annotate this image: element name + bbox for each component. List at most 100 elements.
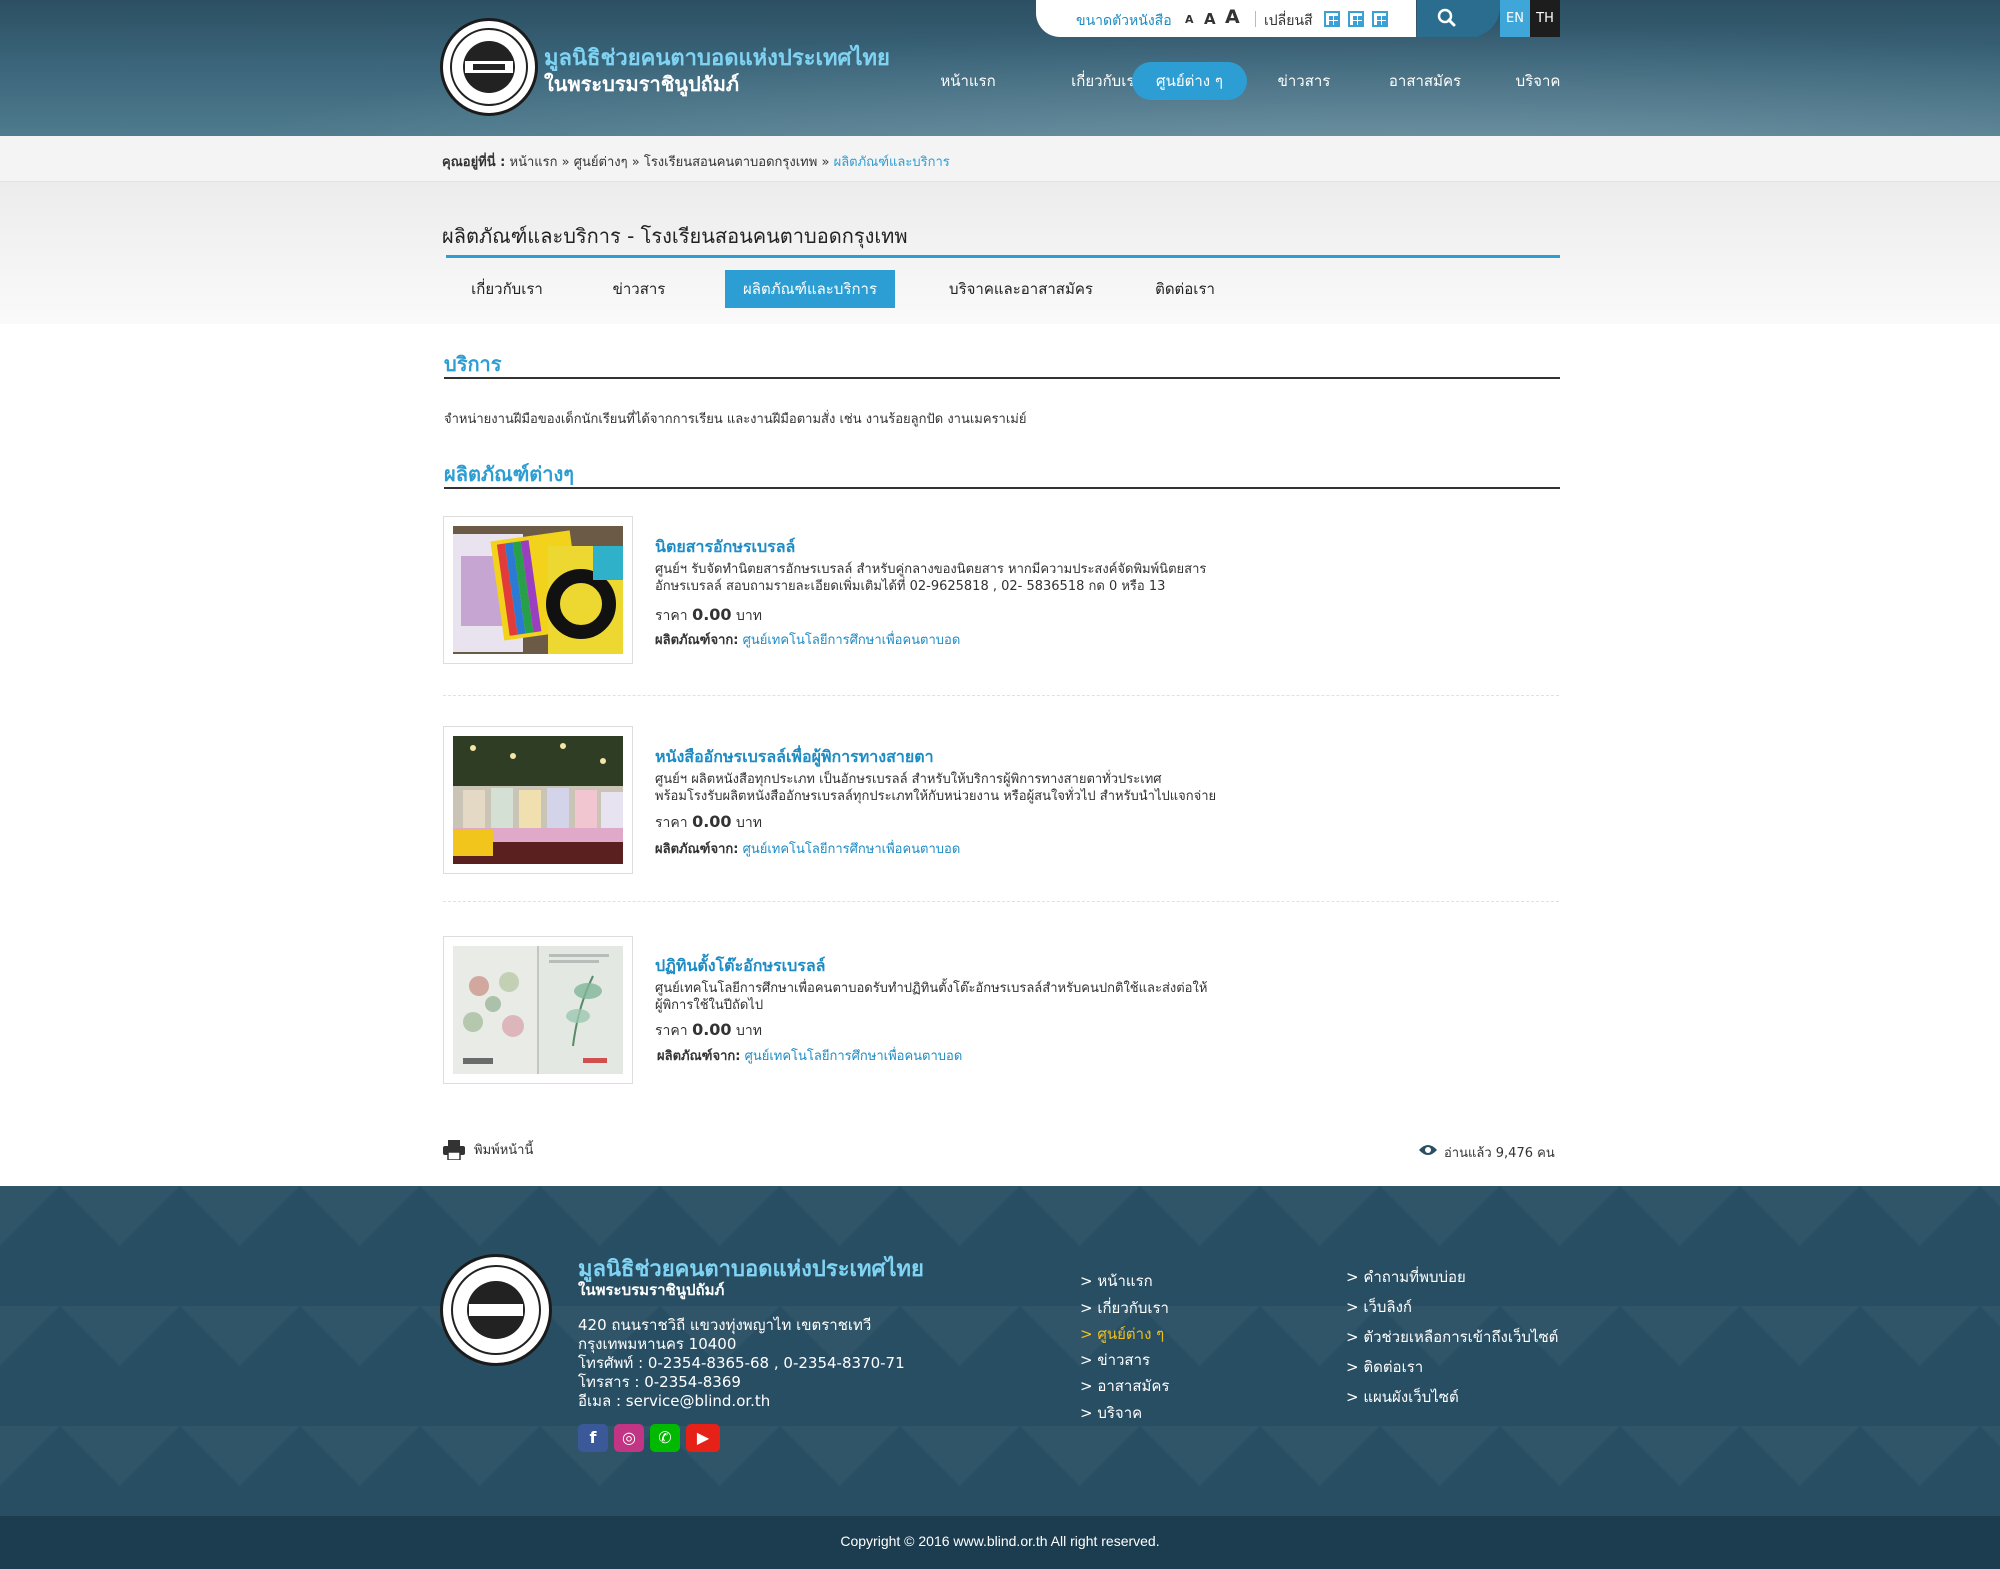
nav-item-centers[interactable]: ศูนย์ต่าง ๆ — [1132, 62, 1247, 100]
footer-link-faq[interactable]: > คำถามที่พบบ่อย — [1346, 1265, 1466, 1289]
breadcrumb-bar — [0, 136, 2000, 182]
price-currency: บาท — [736, 815, 762, 831]
price-currency: บาท — [736, 608, 762, 624]
tab-products-services[interactable]: ผลิตภัณฑ์และบริการ — [725, 270, 895, 308]
footer-link-news[interactable]: > ข่าวสาร — [1080, 1348, 1150, 1372]
product-description-line: อักษรเบรลล์ สอบถามรายละเอียดเพิ่มเติมได้… — [655, 579, 1166, 594]
product-description-line: ผู้พิการใช้ในปีถัดไป — [655, 998, 764, 1013]
page-title: ผลิตภัณฑ์และบริการ - โรงเรียนสอนคนตาบอดก… — [442, 224, 908, 248]
footer-link-volunteer[interactable]: > อาสาสมัคร — [1080, 1374, 1169, 1398]
price-label: ราคา — [655, 608, 688, 624]
services-underline — [444, 377, 1560, 379]
product-description: ศูนย์ฯ ผลิตหนังสือทุกประเภท เป็นอักษรเบร… — [655, 771, 1275, 805]
breadcrumb-centers[interactable]: ศูนย์ต่างๆ — [574, 155, 628, 170]
copyright-text: Copyright © 2016 www.blind.or.th All rig… — [840, 1533, 1160, 1549]
product-price: ราคา 0.00 บาท — [655, 1020, 762, 1042]
footer-subtitle: ในพระบรมราชินูปถัมภ์ — [578, 1281, 725, 1299]
braille-magazine-image — [453, 526, 623, 654]
footer-link-contact[interactable]: > ติดต่อเรา — [1346, 1355, 1423, 1379]
footer-email[interactable]: อีเมล : service@blind.or.th — [578, 1389, 770, 1413]
braille-books-image — [453, 736, 623, 864]
tab-donate-volunteer[interactable]: บริจาคและอาสาสมัคร — [940, 270, 1102, 308]
instagram-icon[interactable]: ◎ — [614, 1424, 644, 1452]
price-value: 0.00 — [692, 812, 732, 831]
subnav-underline — [446, 255, 1560, 258]
product-name[interactable]: ปฏิทินตั้งโต๊ะอักษรเบรลล์ — [655, 954, 825, 979]
product-name[interactable]: หนังสืออักษรเบรลล์เพื่อผู้พิการทางสายตา — [655, 745, 934, 770]
color-theme-1-button[interactable] — [1324, 11, 1340, 27]
source-label: ผลิตภัณฑ์จาก: — [655, 842, 739, 857]
product-image[interactable] — [443, 936, 633, 1084]
services-heading: บริการ — [444, 352, 502, 376]
view-count: อ่านแล้ว 9,476 คน — [1444, 1146, 1555, 1161]
print-icon[interactable] — [443, 1140, 465, 1160]
product-description-line: ศูนย์ฯ รับจัดทำนิตยสารอักษรเบรลล์ สำหรับ… — [655, 562, 1207, 577]
footer-link-donate[interactable]: > บริจาค — [1080, 1401, 1142, 1425]
footer-link-home[interactable]: > หน้าแรก — [1080, 1269, 1153, 1293]
facebook-icon[interactable]: f — [578, 1424, 608, 1452]
line-icon[interactable]: ✆ — [650, 1424, 680, 1452]
product-name[interactable]: นิตยสารอักษรเบรลล์ — [655, 535, 795, 560]
source-link[interactable]: ศูนย์เทคโนโลยีการศึกษาเพื่อคนตาบอด — [743, 633, 961, 648]
nav-item-home[interactable]: หน้าแรก — [930, 62, 1006, 100]
breadcrumb-separator: » — [631, 155, 640, 170]
breadcrumb-separator: » — [821, 155, 830, 170]
nav-item-volunteer[interactable]: อาสาสมัคร — [1380, 62, 1470, 100]
product-source: ผลิตภัณฑ์จาก: ศูนย์เทคโนโลยีการศึกษาเพื่… — [657, 1045, 962, 1066]
site-subtitle: ในพระบรมราชินูปถัมภ์ — [544, 72, 740, 96]
products-underline — [444, 487, 1560, 489]
nav-item-news[interactable]: ข่าวสาร — [1266, 62, 1342, 100]
eye-icon — [1419, 1145, 1437, 1155]
foundation-logo[interactable] — [440, 18, 538, 116]
source-label: ผลิตภัณฑ์จาก: — [655, 633, 739, 648]
print-page-link[interactable]: พิมพ์หน้านี้ — [474, 1139, 533, 1160]
tab-about[interactable]: เกี่ยวกับเรา — [456, 270, 558, 308]
price-label: ราคา — [655, 815, 688, 831]
tab-contact[interactable]: ติดต่อเรา — [1142, 270, 1228, 308]
footer-link-weblinks[interactable]: > เว็บลิงก์ — [1346, 1295, 1412, 1319]
footer-link-centers[interactable]: > ศูนย์ต่าง ๆ — [1080, 1322, 1164, 1346]
product-source: ผลิตภัณฑ์จาก: ศูนย์เทคโนโลยีการศึกษาเพื่… — [655, 629, 960, 650]
language-th-button[interactable]: TH — [1530, 0, 1560, 37]
language-en-button[interactable]: EN — [1500, 0, 1530, 37]
font-large-button[interactable]: A — [1225, 6, 1240, 28]
search-icon — [1437, 8, 1456, 27]
source-link[interactable]: ศูนย์เทคโนโลยีการศึกษาเพื่อคนตาบอด — [743, 842, 961, 857]
product-divider — [443, 695, 1559, 696]
font-size-label: ขนาดตัวหนังสือ — [1076, 13, 1172, 29]
price-label: ราคา — [655, 1023, 688, 1039]
color-change-label: เปลี่ยนสี — [1264, 13, 1313, 29]
footer-link-about[interactable]: > เกี่ยวกับเรา — [1080, 1296, 1169, 1320]
product-description-line: ศูนย์ฯ ผลิตหนังสือทุกประเภท เป็นอักษรเบร… — [655, 772, 1162, 787]
braille-calendar-image — [453, 946, 623, 1074]
source-label: ผลิตภัณฑ์จาก: — [657, 1049, 741, 1064]
price-currency: บาท — [736, 1023, 762, 1039]
search-button[interactable] — [1417, 0, 1479, 37]
nav-item-donate[interactable]: บริจาค — [1506, 62, 1570, 100]
product-description-line: พร้อมโรงรับผลิตหนังสืออักษรเบรลล์ทุกประเ… — [655, 789, 1217, 804]
font-small-button[interactable]: A — [1185, 13, 1194, 26]
breadcrumb-home[interactable]: หน้าแรก — [510, 155, 558, 170]
product-image[interactable] — [443, 726, 633, 874]
footer-link-sitemap[interactable]: > แผนผังเว็บไซต์ — [1346, 1385, 1459, 1409]
products-heading: ผลิตภัณฑ์ต่างๆ — [444, 462, 575, 486]
services-text: จำหน่ายงานฝีมือของเด็กนักเรียนที่ได้จากก… — [444, 412, 1027, 427]
breadcrumb-prefix: คุณอยู่ที่นี่ : — [442, 155, 506, 170]
source-link[interactable]: ศูนย์เทคโนโลยีการศึกษาเพื่อคนตาบอด — [745, 1049, 963, 1064]
breadcrumb-school[interactable]: โรงเรียนสอนคนตาบอดกรุงเทพ — [644, 155, 817, 170]
breadcrumb-separator: » — [561, 155, 570, 170]
site-footer — [0, 1186, 2000, 1516]
youtube-icon[interactable]: ▶ — [686, 1424, 720, 1452]
font-medium-button[interactable]: A — [1204, 10, 1216, 28]
price-value: 0.00 — [692, 1020, 732, 1039]
toolbar-divider — [1255, 11, 1256, 27]
product-description: ศูนย์ฯ รับจัดทำนิตยสารอักษรเบรลล์ สำหรับ… — [655, 561, 1275, 595]
footer-logo — [440, 1254, 552, 1366]
product-image[interactable] — [443, 516, 633, 664]
color-theme-3-button[interactable] — [1372, 11, 1388, 27]
product-divider — [443, 901, 1559, 902]
color-theme-2-button[interactable] — [1348, 11, 1364, 27]
footer-link-accessibility[interactable]: > ตัวช่วยเหลือการเข้าถึงเว็บไซต์ — [1346, 1325, 1558, 1349]
breadcrumb-current: ผลิตภัณฑ์และบริการ — [833, 155, 950, 170]
tab-news[interactable]: ข่าวสาร — [600, 270, 678, 308]
